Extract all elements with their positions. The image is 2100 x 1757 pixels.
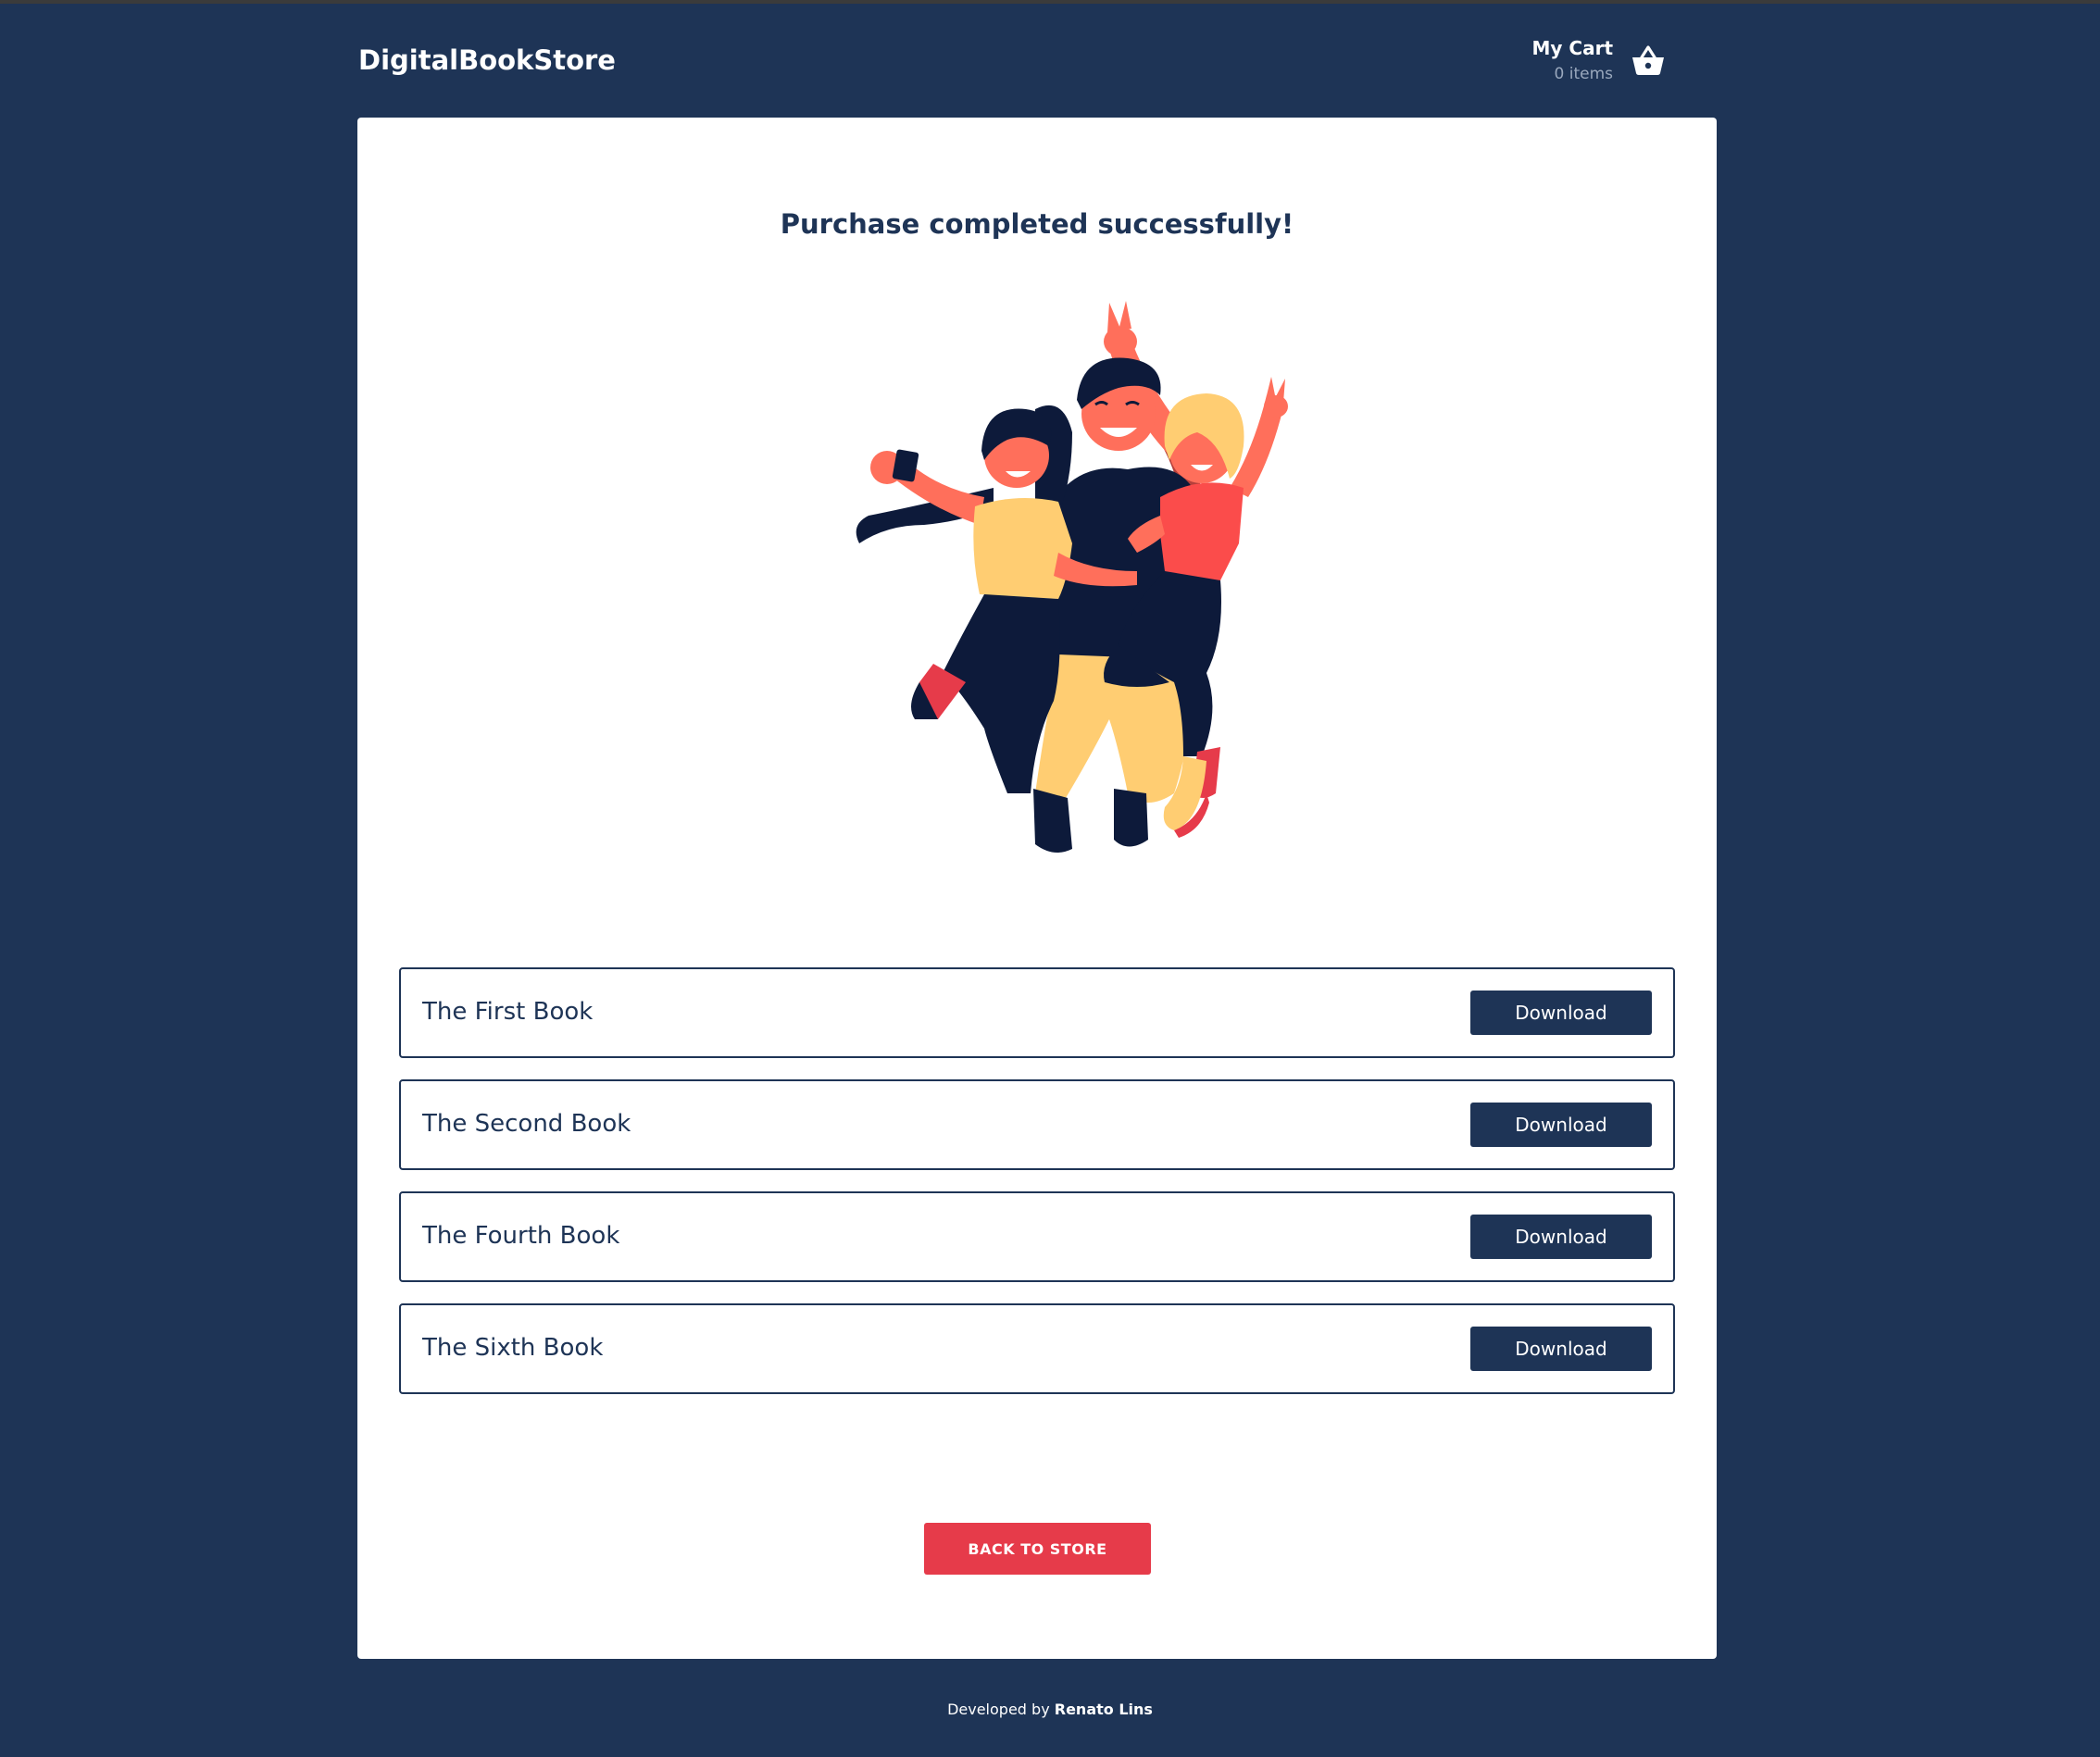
purchased-books-list: The First Book Download The Second Book … — [399, 967, 1675, 1415]
purchase-card: Purchase completed successfully! The Fir… — [357, 118, 1717, 1659]
download-button[interactable]: Download — [1470, 1327, 1652, 1371]
back-to-store-button[interactable]: BACK TO STORE — [924, 1523, 1151, 1575]
app-footer: Developed by Renato Lins — [0, 1701, 2100, 1718]
download-button[interactable]: Download — [1470, 1103, 1652, 1147]
cart-count: 0 items — [1554, 65, 1613, 83]
footer-prefix: Developed by — [947, 1701, 1055, 1718]
book-title: The Fourth Book — [422, 1222, 620, 1250]
book-title: The First Book — [422, 998, 594, 1026]
book-item: The Fourth Book Download — [399, 1191, 1675, 1282]
cart-button[interactable]: My Cart 0 items — [1480, 37, 1665, 93]
book-item: The Sixth Book Download — [399, 1303, 1675, 1394]
success-title: Purchase completed successfully! — [780, 208, 1294, 240]
friends-celebrating-illustration — [856, 301, 1288, 853]
book-item: The First Book Download — [399, 967, 1675, 1058]
download-button[interactable]: Download — [1470, 1215, 1652, 1259]
cart-title: My Cart — [1531, 37, 1614, 59]
basket-icon[interactable] — [1631, 44, 1665, 76]
cart-info: My Cart 0 items — [1532, 37, 1614, 83]
footer-author[interactable]: Renato Lins — [1055, 1701, 1153, 1718]
book-title: The Sixth Book — [422, 1334, 604, 1362]
app-header: DigitalBookStore My Cart 0 items — [0, 4, 2100, 118]
book-title: The Second Book — [422, 1110, 631, 1138]
download-button[interactable]: Download — [1470, 991, 1652, 1035]
brand-logo[interactable]: DigitalBookStore — [358, 44, 616, 76]
book-item: The Second Book Download — [399, 1079, 1675, 1170]
